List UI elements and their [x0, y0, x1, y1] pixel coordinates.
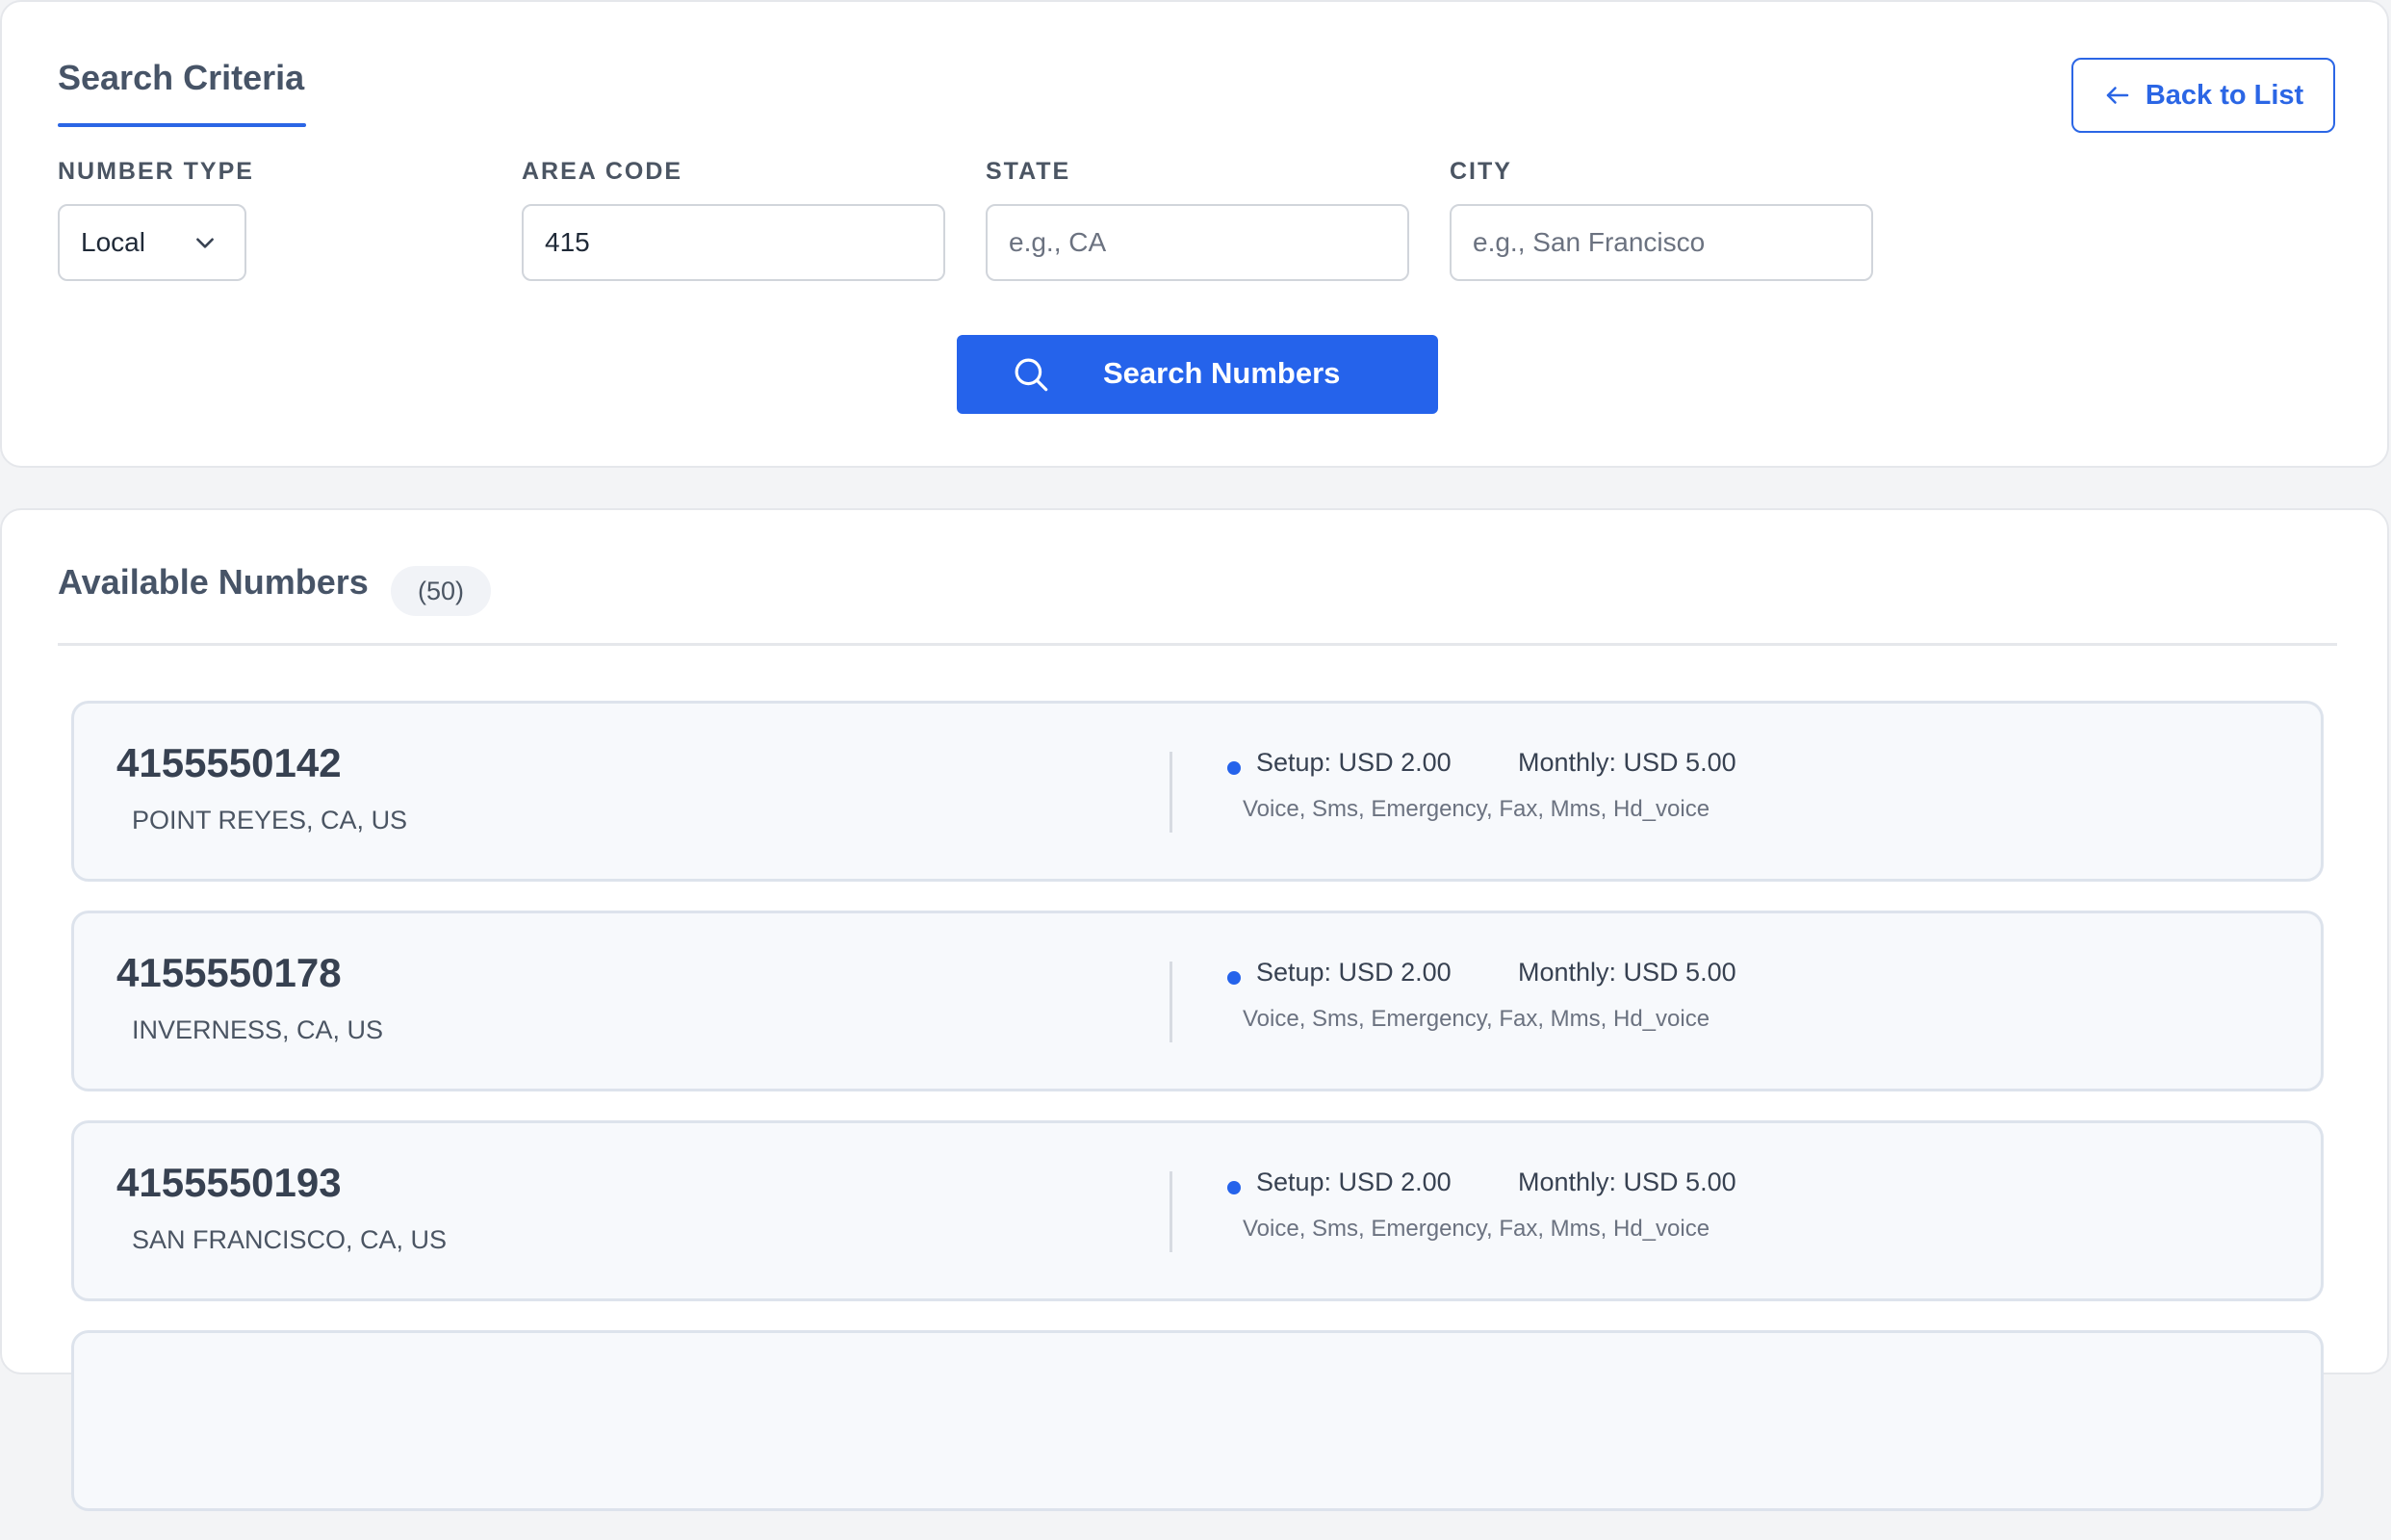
phone-number: 4155550142 [116, 740, 342, 785]
number-location: SAN FRANCISCO, CA, US [132, 1225, 448, 1254]
number-list-item[interactable]: 4155550142 POINT REYES, CA, US Setup: US… [71, 701, 2324, 882]
search-numbers-label: Search Numbers [1103, 356, 1341, 390]
item-separator [1170, 1171, 1172, 1252]
search-icon [1015, 358, 1048, 392]
search-criteria-tab-underline [58, 123, 306, 127]
chevron-down-icon [196, 238, 214, 248]
search-criteria-title: Search Criteria [58, 58, 305, 97]
state-label: STATE [986, 158, 1071, 185]
status-dot-icon [1227, 761, 1241, 775]
setup-price: Setup: USD 2.00 [1256, 958, 1452, 987]
number-type-label: NUMBER TYPE [58, 158, 254, 185]
area-code-input[interactable] [522, 204, 945, 281]
number-list: 4155550142 POINT REYES, CA, US Setup: US… [71, 701, 2324, 1540]
item-separator [1170, 962, 1172, 1042]
number-features: Voice, Sms, Emergency, Fax, Mms, Hd_voic… [1243, 1006, 1710, 1032]
status-dot-icon [1227, 971, 1241, 985]
available-numbers-title: Available Numbers [58, 562, 369, 602]
number-features: Voice, Sms, Emergency, Fax, Mms, Hd_voic… [1243, 1216, 1710, 1242]
state-input[interactable] [986, 204, 1409, 281]
search-criteria-card: Search Criteria Back to List NUMBER TYPE… [0, 0, 2389, 468]
phone-number: 4155550178 [116, 950, 342, 995]
setup-price: Setup: USD 2.00 [1256, 1168, 1452, 1196]
number-location: INVERNESS, CA, US [132, 1015, 384, 1044]
back-to-list-label: Back to List [2145, 79, 2304, 111]
results-divider [58, 643, 2337, 646]
number-type-value: Local [81, 227, 145, 257]
number-type-select[interactable]: Local [58, 204, 246, 281]
arrow-left-icon [2106, 87, 2129, 104]
city-input[interactable] [1450, 204, 1873, 281]
available-numbers-card: Available Numbers (50) 4155550142 POINT … [0, 508, 2389, 1511]
number-list-item[interactable] [71, 1330, 2324, 1511]
status-dot-icon [1227, 1181, 1241, 1194]
setup-price: Setup: USD 2.00 [1256, 748, 1452, 777]
area-code-label: AREA CODE [522, 158, 683, 185]
number-list-item[interactable]: 4155550193 SAN FRANCISCO, CA, US Setup: … [71, 1120, 2324, 1301]
phone-number: 4155550193 [116, 1160, 342, 1205]
search-numbers-button[interactable]: Search Numbers [957, 335, 1438, 414]
item-separator [1170, 752, 1172, 833]
number-location: POINT REYES, CA, US [132, 806, 408, 834]
monthly-price: Monthly: USD 5.00 [1518, 748, 1736, 777]
city-label: CITY [1450, 158, 1512, 185]
back-to-list-button[interactable]: Back to List [2071, 58, 2335, 133]
monthly-price: Monthly: USD 5.00 [1518, 1168, 1736, 1196]
monthly-price: Monthly: USD 5.00 [1518, 958, 1736, 987]
number-features: Voice, Sms, Emergency, Fax, Mms, Hd_voic… [1243, 796, 1710, 822]
results-count-badge: (50) [391, 566, 492, 616]
number-list-item[interactable]: 4155550178 INVERNESS, CA, US Setup: USD … [71, 911, 2324, 1091]
